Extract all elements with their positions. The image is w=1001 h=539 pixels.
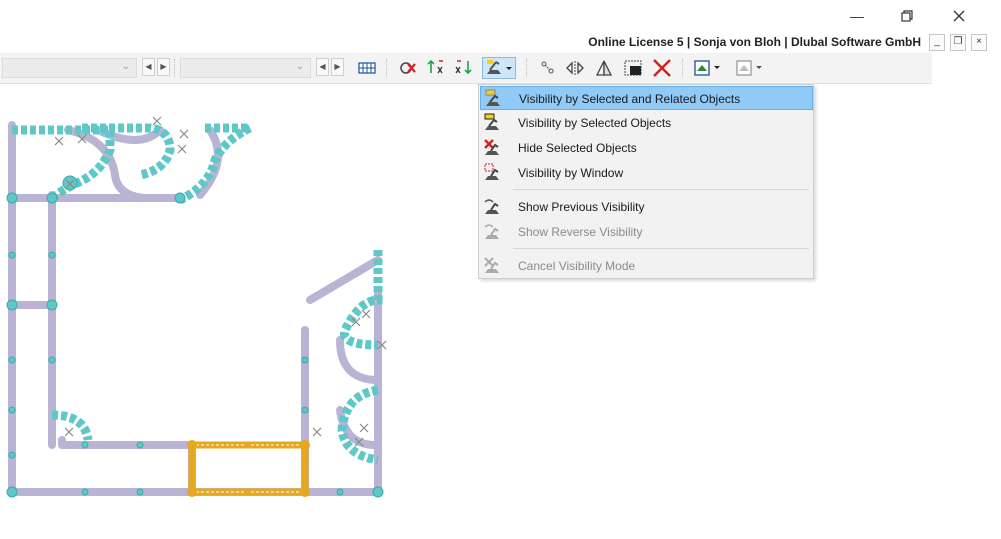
- menu-item-label: Show Reverse Visibility: [518, 225, 643, 239]
- toolbar-separator: [386, 59, 388, 77]
- hide-selected-icon: [484, 139, 499, 155]
- delete-selection-icon[interactable]: [397, 57, 419, 79]
- title-bar: —: [0, 0, 1001, 32]
- menu-item-visibility-selected[interactable]: Visibility by Selected Objects: [480, 111, 813, 135]
- reverse-visibility-icon: [484, 224, 499, 239]
- model-canvas[interactable]: [0, 84, 478, 539]
- toolbar-combo-1[interactable]: ⌄: [2, 58, 137, 78]
- chevron-down-icon: ⌄: [121, 61, 130, 72]
- visibility-selected-related-icon: [485, 89, 500, 106]
- menu-item-cancel-visibility-mode[interactable]: Cancel Visibility Mode: [480, 254, 813, 278]
- visibility-dropdown-button[interactable]: [482, 57, 516, 79]
- restore-icon: [901, 10, 913, 22]
- previous-visibility-icon: [484, 199, 499, 214]
- menu-item-label: Cancel Visibility Mode: [518, 259, 636, 273]
- mirror-icon[interactable]: [564, 57, 586, 79]
- toolbar-separator: [526, 59, 528, 77]
- close-window-button[interactable]: [936, 0, 982, 32]
- toolbar-separator: [682, 59, 684, 77]
- visibility-selected-icon: [484, 113, 499, 130]
- symmetry-icon[interactable]: [593, 57, 615, 79]
- menu-item-hide-selected[interactable]: Hide Selected Objects: [480, 136, 813, 160]
- combo-2-prev-button[interactable]: ◀: [316, 58, 329, 76]
- menu-item-reverse-visibility[interactable]: Show Reverse Visibility: [480, 220, 813, 244]
- cancel-x-icon[interactable]: [651, 57, 673, 79]
- toolbar-combo-2[interactable]: ⌄: [180, 58, 311, 78]
- toolbar-separator: [174, 59, 176, 77]
- visibility-dropdown-menu: Visibility by Selected and Related Objec…: [478, 84, 814, 279]
- sort-descending-icon[interactable]: [452, 57, 474, 79]
- combo-1-prev-button[interactable]: ◀: [142, 58, 155, 76]
- menu-item-visibility-window[interactable]: Visibility by Window: [480, 161, 813, 185]
- menu-item-label: Visibility by Window: [518, 166, 624, 180]
- mdi-minimize-button[interactable]: _: [929, 34, 945, 51]
- minimize-window-button[interactable]: —: [834, 0, 880, 32]
- menu-item-label: Show Previous Visibility: [518, 200, 645, 214]
- view-disabled-icon: [736, 60, 762, 76]
- license-bar: Online License 5 | Sonja von Bloh | Dlub…: [0, 32, 1001, 52]
- menu-item-visibility-selected-related[interactable]: Visibility by Selected and Related Objec…: [480, 86, 813, 110]
- mdi-close-button[interactable]: ×: [971, 34, 987, 51]
- mdi-restore-button[interactable]: ❐: [950, 34, 966, 51]
- menu-separator: [513, 248, 809, 249]
- view-icon: [694, 60, 720, 76]
- menu-item-label: Visibility by Selected Objects: [518, 116, 672, 130]
- restore-window-button[interactable]: [884, 0, 930, 32]
- combo-2-next-button[interactable]: ▶: [331, 58, 344, 76]
- menu-item-label: Visibility by Selected and Related Objec…: [519, 92, 741, 106]
- minimize-icon: —: [850, 8, 864, 24]
- cancel-visibility-icon: [484, 257, 499, 273]
- license-info: Online License 5 | Sonja von Bloh | Dlub…: [588, 35, 921, 49]
- menu-item-label: Hide Selected Objects: [518, 141, 637, 155]
- view-disabled-dropdown-button[interactable]: [734, 57, 766, 79]
- visibility-window-icon: [484, 163, 499, 180]
- chevron-down-icon: ⌄: [295, 61, 304, 72]
- window-select-icon[interactable]: [622, 57, 644, 79]
- view-dropdown-button[interactable]: [692, 57, 724, 79]
- menu-separator: [513, 189, 809, 190]
- main-toolbar: ⌄ ◀ ▶ ⌄ ◀ ▶: [0, 53, 932, 84]
- node-tool-icon[interactable]: [537, 57, 559, 79]
- combo-1-next-button[interactable]: ▶: [157, 58, 170, 76]
- grid-icon[interactable]: [356, 57, 378, 79]
- sort-ascending-icon[interactable]: [425, 57, 447, 79]
- menu-item-previous-visibility[interactable]: Show Previous Visibility: [480, 195, 813, 219]
- visibility-dropdown-icon: [487, 60, 512, 74]
- close-icon: [953, 10, 965, 22]
